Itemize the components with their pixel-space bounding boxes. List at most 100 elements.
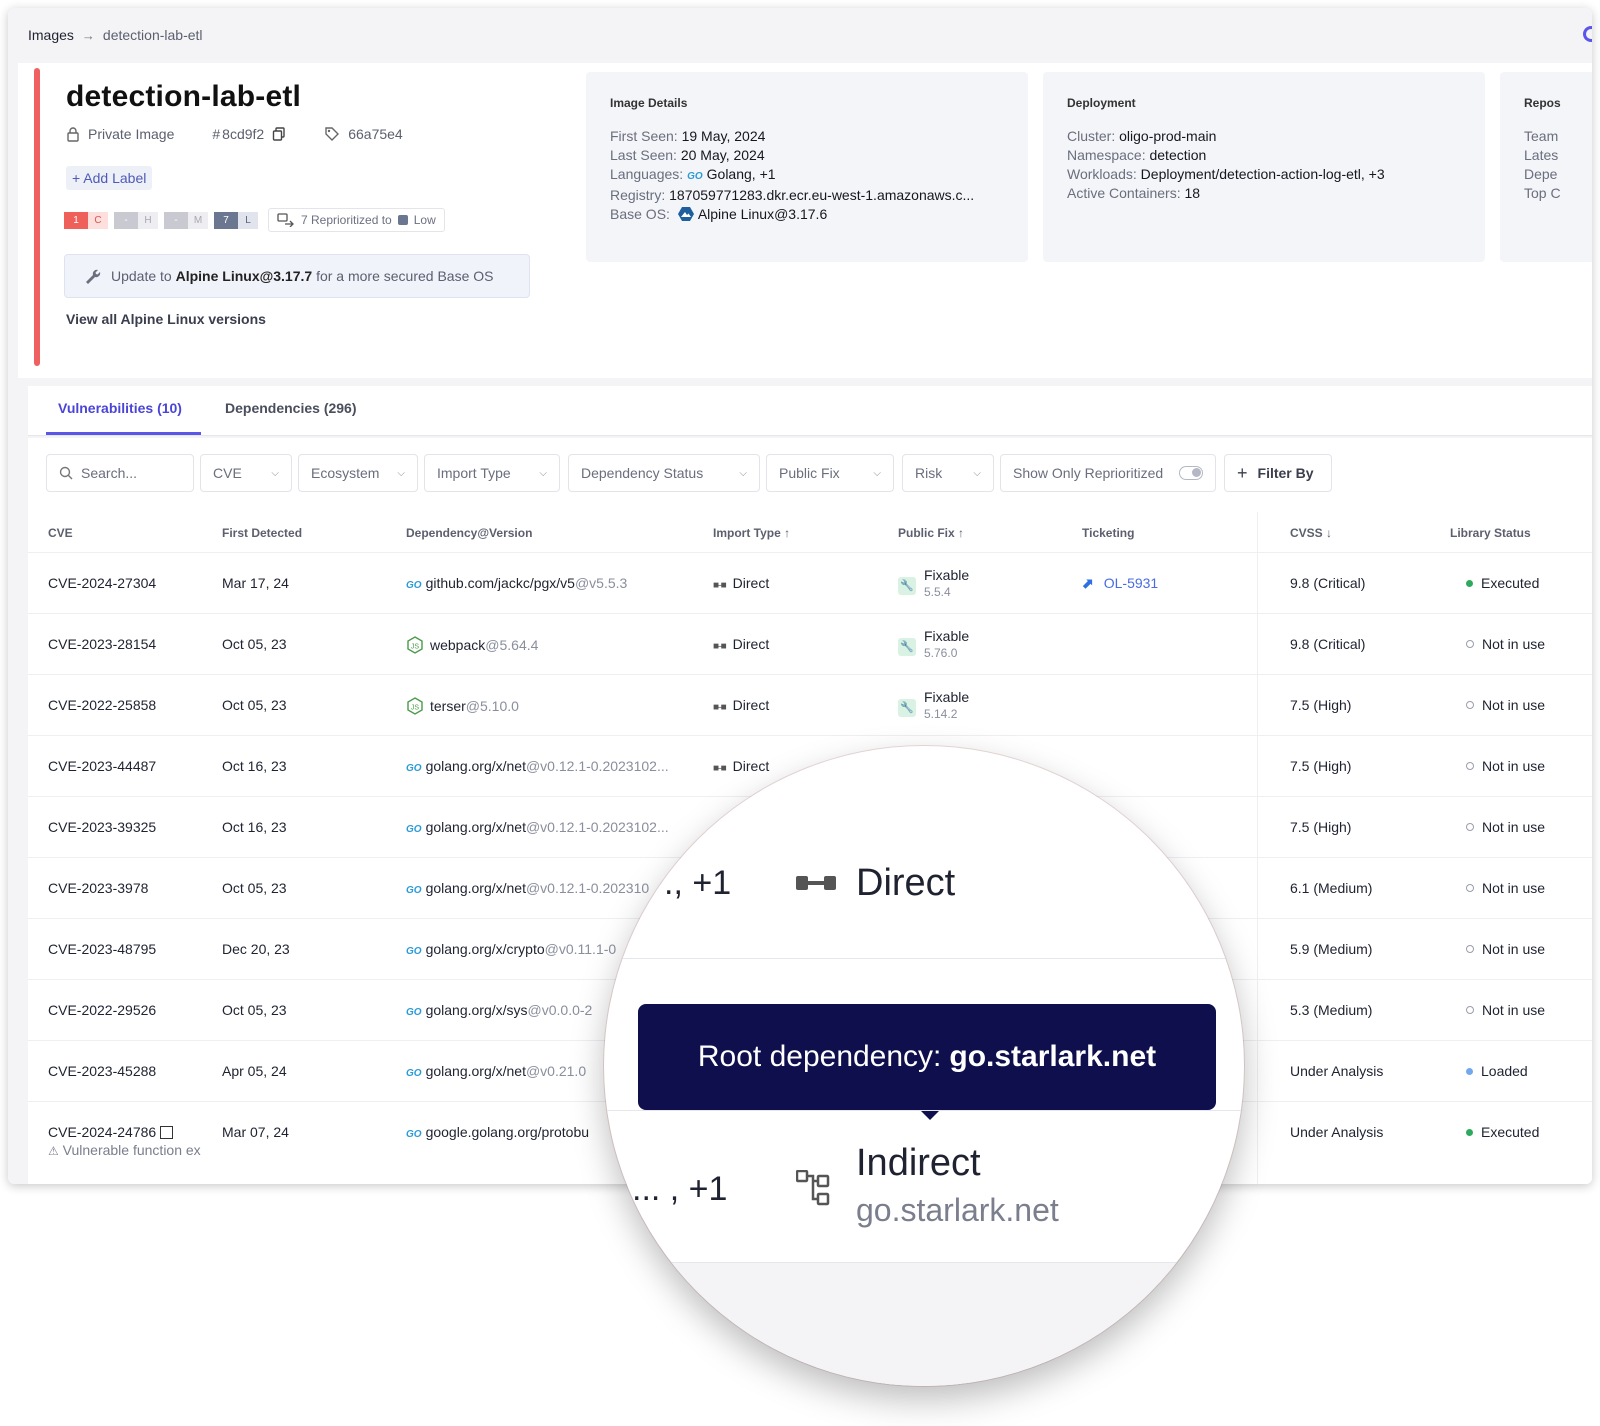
dependency-status-filter-dropdown[interactable]: Dependency Status ⌵: [568, 454, 760, 492]
import-type-filter-dropdown[interactable]: Import Type ⌵: [424, 454, 560, 492]
cve-id[interactable]: CVE-2023-3978: [48, 880, 148, 896]
view-all-versions-link[interactable]: View all Alpine Linux versions: [66, 311, 266, 327]
cve-filter-dropdown[interactable]: CVE ⌵: [200, 454, 292, 492]
cve-id[interactable]: CVE-2023-45288: [48, 1063, 156, 1079]
column-header-library-status[interactable]: Library Status: [1450, 526, 1531, 540]
first-detected-date: Oct 16, 23: [222, 758, 287, 774]
first-detected-date: Oct 16, 23: [222, 819, 287, 835]
first-detected-date: Dec 20, 23: [222, 941, 290, 957]
low-severity-square-icon: [397, 215, 408, 225]
import-type-filter-label: Import Type: [437, 465, 511, 481]
tag-icon: [325, 127, 340, 141]
search-placeholder: Search...: [81, 465, 138, 481]
dependency-version[interactable]: GO golang.org/x/net@v0.12.1-0.202310: [406, 880, 649, 896]
public-fix: 🔧 Fixable 5.5.4: [898, 567, 1018, 599]
cve-filter-label: CVE: [213, 465, 242, 481]
base-os-update-banner[interactable]: Update to Alpine Linux@3.17.7 for a more…: [64, 254, 530, 298]
library-status: Loaded: [1466, 1063, 1528, 1079]
cve-id[interactable]: CVE-2022-25858: [48, 697, 156, 713]
column-header-cvss[interactable]: CVSS ↓: [1290, 526, 1332, 540]
dependency-version[interactable]: GO golang.org/x/net@v0.21.0: [406, 1063, 586, 1079]
show-only-reprioritized-toggle[interactable]: Show Only Reprioritized: [1000, 454, 1216, 492]
loading-spinner-icon: [1583, 26, 1592, 42]
registry-value: 187059771283.dkr.ecr.eu-west-1.amazonaws…: [669, 187, 975, 203]
first-detected-date: Apr 05, 24: [222, 1063, 287, 1079]
namespace-key: Namespace:: [1067, 147, 1146, 163]
tab-vulnerabilities[interactable]: Vulnerabilities (10): [58, 400, 182, 416]
lock-icon: [67, 127, 79, 142]
workloads-key: Workloads:: [1067, 166, 1137, 182]
cve-id[interactable]: CVE-2023-44487: [48, 758, 156, 774]
status-dot-icon: [1466, 823, 1474, 831]
medium-count: -: [164, 211, 188, 229]
filter-by-button[interactable]: + Filter By: [1224, 454, 1332, 492]
golang-icon: GO: [406, 763, 422, 774]
breadcrumb-images[interactable]: Images: [28, 27, 74, 43]
risk-filter-dropdown[interactable]: Risk ⌵: [902, 454, 994, 492]
medium-letter: M: [188, 211, 208, 229]
namespace-value: detection: [1149, 147, 1207, 163]
risk-filter-label: Risk: [915, 465, 943, 481]
high-count: -: [114, 211, 138, 229]
jira-ticket-link[interactable]: ⬈ OL-5931: [1082, 575, 1158, 592]
first-detected-date: Mar 07, 24: [222, 1124, 289, 1140]
chevron-down-icon: ⌵: [873, 467, 881, 479]
dependency-version[interactable]: GO golang.org/x/net@v0.12.1-0.2023102...: [406, 758, 669, 774]
column-header-dependency[interactable]: Dependency@Version: [406, 526, 532, 540]
image-details-card: Image Details First Seen: 19 May, 2024 L…: [586, 72, 1028, 262]
cve-id[interactable]: CVE-2024-24786: [48, 1124, 174, 1140]
dependency-version[interactable]: GO github.com/jackc/pgx/v5@v5.5.3: [406, 575, 627, 591]
import-type: ■–■ Direct: [713, 758, 770, 774]
page-root: Images → detection-lab-etl detection-lab…: [0, 0, 1600, 1426]
golang-icon: GO: [406, 824, 422, 835]
column-header-cve[interactable]: CVE: [48, 526, 73, 540]
show-only-reprioritized-label: Show Only Reprioritized: [1013, 465, 1164, 481]
public-fix-filter-dropdown[interactable]: Public Fix ⌵: [766, 454, 894, 492]
dependency-version[interactable]: GO google.golang.org/protobu: [406, 1124, 589, 1140]
languages-value: Golang, +1: [706, 166, 776, 182]
cluster-value: oligo-prod-main: [1119, 128, 1217, 144]
golang-icon: GO: [406, 580, 422, 591]
table-row[interactable]: CVE-2022-25858 Oct 05, 23 JS terser@5.10.0 ■…: [28, 674, 1592, 735]
hash-prefix: #: [212, 126, 221, 142]
column-header-public-fix[interactable]: Public Fix ↑: [898, 526, 964, 540]
high-letter: H: [138, 211, 158, 229]
status-dot-icon: [1466, 1006, 1474, 1014]
column-header-first-detected[interactable]: First Detected: [222, 526, 302, 540]
dependency-version[interactable]: GO golang.org/x/net@v0.12.1-0.2023102...: [406, 819, 669, 835]
ecosystem-filter-dropdown[interactable]: Ecosystem ⌵: [298, 454, 418, 492]
tab-bar: Vulnerabilities (10) Dependencies (296): [28, 386, 1592, 436]
add-label-button[interactable]: + Add Label: [66, 166, 153, 190]
tooltip-value: go.starlark.net: [949, 1040, 1157, 1073]
dependency-version[interactable]: JS terser@5.10.0: [406, 697, 519, 715]
column-header-ticketing[interactable]: Ticketing: [1082, 526, 1134, 540]
table-row[interactable]: CVE-2023-28154 Oct 05, 23 JS webpack@5.64.4…: [28, 613, 1592, 674]
column-header-import-type[interactable]: Import Type ↑: [713, 526, 790, 540]
magnified-indirect-label: Indirect: [856, 1142, 981, 1184]
cve-id[interactable]: CVE-2023-39325: [48, 819, 156, 835]
dependency-version[interactable]: JS webpack@5.64.4: [406, 636, 538, 654]
cve-id[interactable]: CVE-2023-48795: [48, 941, 156, 957]
wrench-icon: 🔧: [898, 638, 916, 656]
dependency-version[interactable]: GO golang.org/x/sys@v0.0.0-2: [406, 1002, 592, 1018]
dependency-version[interactable]: GO golang.org/x/crypto@v0.11.1-0: [406, 941, 616, 957]
cve-id[interactable]: CVE-2022-29526: [48, 1002, 156, 1018]
sort-down-icon: ↓: [1326, 526, 1333, 540]
tab-dependencies[interactable]: Dependencies (296): [225, 400, 357, 416]
public-fix-header-label: Public Fix: [898, 526, 955, 540]
cve-id[interactable]: CVE-2023-28154: [48, 636, 156, 652]
table-row[interactable]: CVE-2024-27304 Mar 17, 24 GO github.com/jac…: [28, 552, 1592, 613]
copy-icon[interactable]: [272, 127, 286, 141]
active-tab-indicator: [46, 432, 201, 435]
sort-up-icon: ↑: [784, 526, 791, 540]
search-icon: [59, 466, 73, 480]
languages-key: Languages:: [610, 166, 684, 182]
cve-id[interactable]: CVE-2024-27304: [48, 575, 156, 591]
chevron-down-icon: ⌵: [397, 467, 405, 479]
status-dot-icon: [1466, 1068, 1473, 1075]
toggle-switch[interactable]: [1179, 466, 1203, 480]
severity-indicator-bar: [34, 68, 40, 366]
chevron-down-icon: ⌵: [973, 467, 981, 479]
reprioritized-badge[interactable]: 7 Reprioritized to Low: [268, 208, 445, 232]
search-input[interactable]: Search...: [46, 454, 194, 492]
